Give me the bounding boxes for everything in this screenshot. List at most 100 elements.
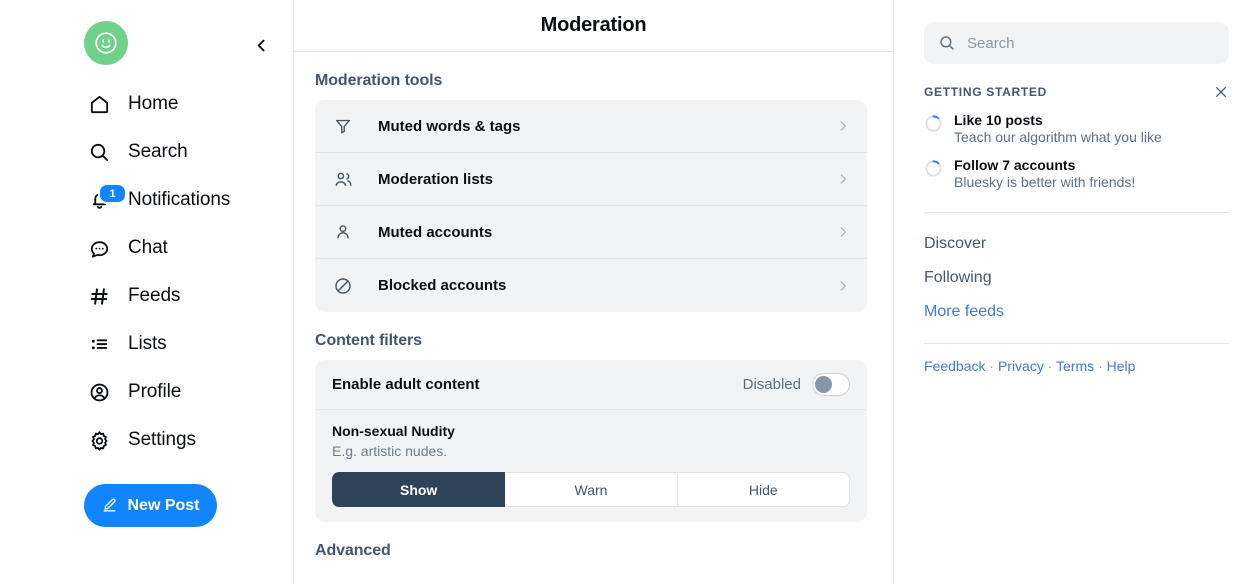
progress-ring-icon: [924, 114, 943, 133]
getting-started-item-text: Like 10 posts Teach our algorithm what y…: [954, 112, 1162, 145]
sidebar-item-label: Chat: [128, 237, 168, 258]
feed-link-more-feeds[interactable]: More feeds: [924, 295, 1229, 329]
close-icon[interactable]: [1213, 84, 1229, 100]
sidebar-item-label: Lists: [128, 333, 167, 354]
left-sidebar: Home Search 1 Notifications Chat Feeds L…: [0, 0, 293, 584]
funnel-icon: [332, 115, 354, 137]
getting-started-item-like-posts[interactable]: Like 10 posts Teach our algorithm what y…: [924, 112, 1229, 145]
footer-links: Feedback · Privacy · Terms · Help: [924, 358, 1229, 374]
footer-separator: ·: [989, 358, 995, 374]
tool-row-muted-words[interactable]: Muted words & tags: [315, 100, 867, 153]
sidebar-item-label: Settings: [128, 429, 196, 450]
chevron-right-icon: [836, 119, 850, 133]
adult-content-label: Enable adult content: [332, 376, 480, 393]
tool-row-label: Muted words & tags: [378, 117, 521, 135]
feed-link-following[interactable]: Following: [924, 261, 1229, 295]
right-sidebar: GETTING STARTED Like 10 posts: [894, 0, 1245, 584]
filter-option-show[interactable]: Show: [332, 472, 506, 507]
settings-content: Moderation tools Muted words & tags Mode…: [294, 52, 893, 584]
gear-icon: [86, 427, 112, 453]
getting-started-item-follow-accounts[interactable]: Follow 7 accounts Bluesky is better with…: [924, 157, 1229, 190]
footer-link-privacy[interactable]: Privacy: [998, 358, 1044, 374]
app-root: Home Search 1 Notifications Chat Feeds L…: [0, 0, 1245, 584]
chevron-left-icon: [257, 39, 265, 51]
chat-bubble-icon: [86, 235, 112, 261]
sidebar-item-home[interactable]: Home: [0, 80, 293, 128]
section-label-advanced: Advanced: [315, 542, 391, 559]
feed-link-discover[interactable]: Discover: [924, 227, 1229, 261]
filter-option-hide[interactable]: Hide: [677, 472, 850, 507]
search-icon: [938, 34, 956, 52]
filter-item-non-sexual-nudity: Non-sexual Nudity E.g. artistic nudes. S…: [315, 410, 867, 522]
sidebar-item-lists[interactable]: Lists: [0, 320, 293, 368]
content-filters-card: Enable adult content Disabled Non-sexual…: [315, 360, 867, 522]
footer-link-help[interactable]: Help: [1107, 358, 1136, 374]
tool-row-moderation-lists[interactable]: Moderation lists: [315, 153, 867, 206]
tool-row-blocked-accounts[interactable]: Blocked accounts: [315, 259, 867, 312]
getting-started-item-title: Like 10 posts: [954, 112, 1043, 128]
bell-icon: 1: [86, 183, 127, 213]
compose-icon: [101, 497, 118, 514]
block-circle-icon: [332, 275, 354, 297]
search-box[interactable]: [924, 22, 1229, 64]
sidebar-nav-list: Home Search 1 Notifications Chat Feeds L…: [0, 80, 293, 464]
footer-separator: ·: [1098, 358, 1103, 374]
getting-started-item-text: Follow 7 accounts Bluesky is better with…: [954, 157, 1135, 190]
sidebar-item-chat[interactable]: Chat: [0, 224, 293, 272]
moderation-tools-card: Muted words & tags Moderation lists Mute…: [315, 100, 867, 312]
hashtag-icon: [86, 283, 112, 309]
filter-option-warn[interactable]: Warn: [505, 472, 678, 507]
person-icon: [332, 221, 354, 243]
sidebar-item-label: Search: [128, 141, 188, 162]
progress-ring-icon: [924, 159, 943, 178]
main-column: Moderation Moderation tools Muted words …: [293, 0, 894, 584]
search-icon: [86, 139, 112, 165]
adult-content-state: Disabled: [742, 376, 801, 393]
getting-started-header: GETTING STARTED: [924, 84, 1229, 100]
footer-link-feedback[interactable]: Feedback: [924, 358, 985, 374]
sidebar-item-feeds[interactable]: Feeds: [0, 272, 293, 320]
tool-row-label: Blocked accounts: [378, 277, 507, 294]
adult-content-toggle[interactable]: [812, 373, 850, 396]
sidebar-item-label: Feeds: [128, 285, 181, 306]
filter-description: E.g. artistic nudes.: [332, 443, 448, 459]
chevron-right-icon: [836, 279, 850, 293]
avatar[interactable]: [84, 21, 128, 65]
home-icon: [86, 91, 112, 117]
sidebar-item-notifications[interactable]: 1 Notifications: [0, 176, 293, 224]
footer-separator: ·: [1047, 358, 1053, 374]
people-icon: [332, 168, 354, 190]
footer-link-terms[interactable]: Terms: [1056, 358, 1094, 374]
sidebar-item-label: Home: [128, 93, 179, 114]
getting-started-item-title: Follow 7 accounts: [954, 157, 1076, 173]
sidebar-item-profile[interactable]: Profile: [0, 368, 293, 416]
new-post-label: New Post: [127, 496, 200, 514]
page-title: Moderation: [540, 14, 647, 36]
search-input[interactable]: [967, 34, 1215, 52]
filter-name: Non-sexual Nudity: [332, 423, 455, 439]
section-label-content-filters: Content filters: [315, 332, 422, 349]
sidebar-item-label: Profile: [128, 381, 182, 402]
filter-option-group: Show Warn Hide: [332, 472, 850, 507]
getting-started-section: GETTING STARTED Like 10 posts Teach our …: [894, 64, 1245, 190]
sidebar-item-label: Notifications: [128, 189, 231, 210]
new-post-button[interactable]: New Post: [84, 484, 217, 527]
getting-started-title: GETTING STARTED: [924, 85, 1047, 99]
list-icon: [86, 331, 112, 357]
section-label-moderation-tools: Moderation tools: [315, 72, 443, 89]
search-section: [894, 0, 1245, 64]
chevron-right-icon: [836, 225, 850, 239]
tool-row-label: Moderation lists: [378, 170, 494, 188]
tool-row-muted-accounts[interactable]: Muted accounts: [315, 206, 867, 259]
sidebar-item-search[interactable]: Search: [0, 128, 293, 176]
tool-row-label: Muted accounts: [378, 223, 493, 241]
getting-started-item-subtitle: Teach our algorithm what you like: [954, 129, 1162, 145]
sidebar-item-settings[interactable]: Settings: [0, 416, 293, 464]
notification-badge: 1: [98, 183, 127, 204]
footer-section: Feedback · Privacy · Terms · Help: [894, 344, 1245, 374]
page-header: Moderation: [294, 0, 893, 52]
chevron-right-icon: [836, 172, 850, 186]
collapse-sidebar-button[interactable]: [248, 32, 274, 58]
user-circle-icon: [86, 379, 112, 405]
feeds-section: Discover Following More feeds: [894, 213, 1245, 329]
